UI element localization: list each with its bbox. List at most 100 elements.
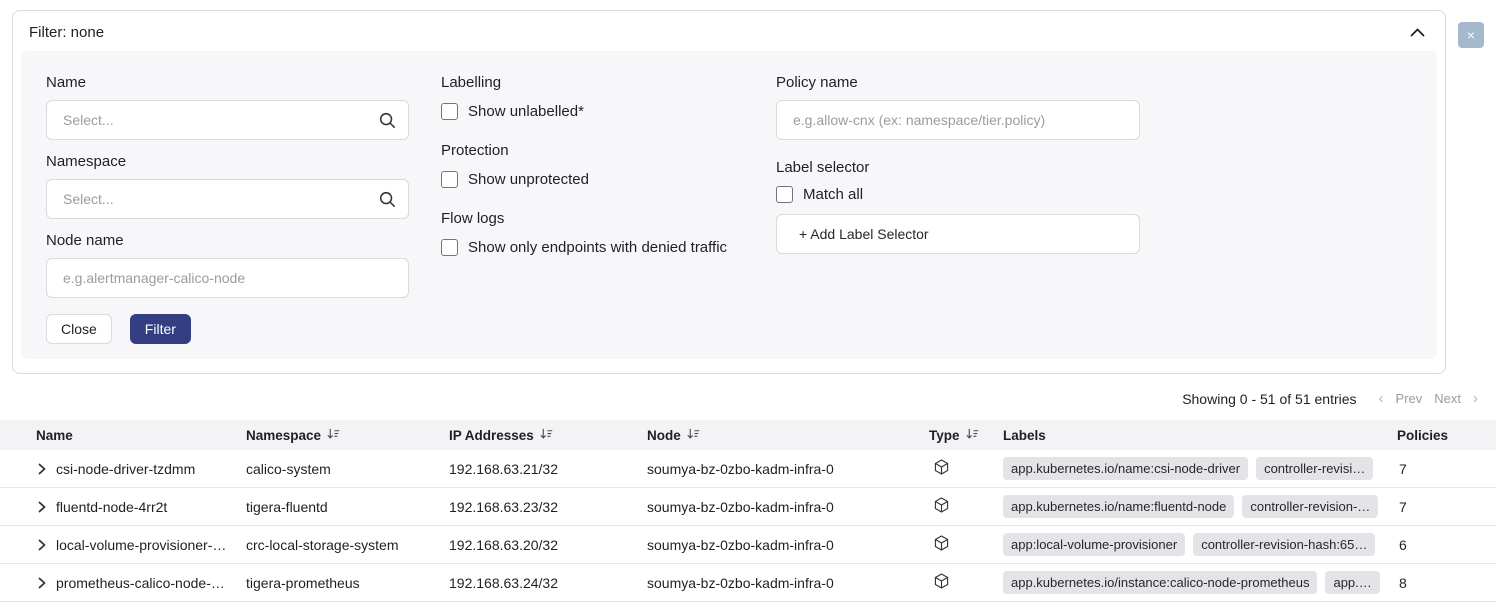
labelling-heading: Labelling: [441, 73, 744, 92]
denied-traffic-label: Show only endpoints with denied traffic: [468, 239, 727, 256]
row-node: soumya-bz-0zbo-kadm-infra-0: [647, 461, 929, 477]
table-header: Name Namespace IP Addresses Node Type La…: [0, 420, 1496, 450]
column-header-type[interactable]: Type: [929, 428, 1003, 443]
sort-icon: [327, 428, 340, 443]
row-namespace: tigera-prometheus: [246, 575, 449, 591]
row-ip: 192.168.63.21/32: [449, 461, 647, 477]
show-unprotected-label: Show unprotected: [468, 171, 589, 188]
policy-name-field-label: Policy name: [776, 73, 1140, 92]
row-labels: app.kubernetes.io/name:csi-node-driver co…: [1003, 457, 1397, 480]
table-row[interactable]: fluentd-node-4rr2t tigera-fluentd 192.16…: [0, 488, 1496, 526]
column-header-ip-addresses[interactable]: IP Addresses: [449, 428, 647, 443]
flow-logs-heading: Flow logs: [441, 209, 744, 228]
row-name-text: prometheus-calico-node-…: [56, 575, 225, 591]
label-selector-heading: Label selector: [776, 158, 1140, 177]
add-label-selector-button[interactable]: + Add Label Selector: [776, 214, 1140, 254]
label-badge: app.kubernetes.io/instance:calico-node-p…: [1003, 571, 1317, 594]
row-node: soumya-bz-0zbo-kadm-infra-0: [647, 499, 929, 515]
close-button[interactable]: Close: [46, 314, 112, 344]
row-ip: 192.168.63.23/32: [449, 499, 647, 515]
prev-chevron-icon[interactable]: ‹: [1379, 390, 1384, 407]
table-body: csi-node-driver-tzdmm calico-system 192.…: [0, 450, 1496, 602]
row-ip: 192.168.63.24/32: [449, 575, 647, 591]
filter-panel-header: Filter: none: [13, 11, 1445, 51]
expand-chevron-icon[interactable]: [38, 501, 46, 513]
filter-col-2: Labelling Show unlabelled* Protection Sh…: [441, 73, 744, 277]
workload-type-icon: [934, 459, 949, 478]
search-icon: [378, 190, 396, 213]
label-badge: controller-revision-…: [1242, 495, 1378, 518]
label-badge: app.…: [1325, 571, 1379, 594]
label-badge: app:local-volume-provisioner: [1003, 533, 1185, 556]
label-badge: controller-revisi…: [1256, 457, 1373, 480]
next-chevron-icon[interactable]: ›: [1473, 390, 1478, 407]
table-row[interactable]: prometheus-calico-node-… tigera-promethe…: [0, 564, 1496, 602]
name-field-label: Name: [46, 73, 409, 92]
endpoints-page: Filter: none Name: [0, 0, 1496, 602]
node-name-input[interactable]: [46, 258, 409, 298]
row-labels: app.kubernetes.io/instance:calico-node-p…: [1003, 571, 1397, 594]
row-node: soumya-bz-0zbo-kadm-infra-0: [647, 537, 929, 553]
table-row[interactable]: local-volume-provisioner-… crc-local-sto…: [0, 526, 1496, 564]
pagination-bar: Showing 0 - 51 of 51 entries ‹ Prev Next…: [0, 374, 1496, 420]
workload-type-icon: [934, 535, 949, 554]
expand-chevron-icon[interactable]: [38, 577, 46, 589]
row-labels: app.kubernetes.io/name:fluentd-node contr…: [1003, 495, 1397, 518]
label-badge: app.kubernetes.io/name:fluentd-node: [1003, 495, 1234, 518]
row-policies: 8: [1397, 575, 1496, 591]
pager: ‹ Prev Next ›: [1379, 390, 1478, 407]
next-button[interactable]: Next: [1434, 391, 1461, 406]
row-ip: 192.168.63.20/32: [449, 537, 647, 553]
sort-icon: [966, 428, 979, 443]
match-all-checkbox[interactable]: [776, 186, 793, 203]
filter-panel-row: Filter: none Name: [0, 0, 1496, 374]
filter-col-3: Policy name Label selector Match all + A…: [776, 73, 1140, 254]
filter-panel: Filter: none Name: [12, 10, 1446, 374]
column-header-namespace[interactable]: Namespace: [246, 428, 449, 443]
row-namespace: tigera-fluentd: [246, 499, 449, 515]
row-policies: 7: [1397, 461, 1496, 477]
expand-chevron-icon[interactable]: [38, 463, 46, 475]
table-row[interactable]: csi-node-driver-tzdmm calico-system 192.…: [0, 450, 1496, 488]
denied-traffic-checkbox[interactable]: [441, 239, 458, 256]
match-all-label: Match all: [803, 186, 863, 203]
protection-heading: Protection: [441, 141, 744, 160]
policy-name-input[interactable]: [776, 100, 1140, 140]
filter-button[interactable]: Filter: [130, 314, 191, 344]
row-name-text: fluentd-node-4rr2t: [56, 499, 167, 515]
row-namespace: calico-system: [246, 461, 449, 477]
search-icon: [378, 111, 396, 134]
namespace-select-input[interactable]: [46, 179, 409, 219]
row-namespace: crc-local-storage-system: [246, 537, 449, 553]
expand-chevron-icon[interactable]: [38, 539, 46, 551]
row-name-text: local-volume-provisioner-…: [56, 537, 226, 553]
filter-panel-body: Name Namespace: [21, 51, 1437, 359]
endpoints-table: Name Namespace IP Addresses Node Type La…: [0, 420, 1496, 602]
column-header-policies: Policies: [1397, 428, 1496, 443]
sort-icon: [687, 428, 700, 443]
close-icon[interactable]: ×: [1458, 22, 1484, 48]
label-badge: app.kubernetes.io/name:csi-node-driver: [1003, 457, 1248, 480]
column-header-labels: Labels: [1003, 428, 1397, 443]
workload-type-icon: [934, 573, 949, 592]
node-name-field-label: Node name: [46, 231, 409, 250]
row-policies: 6: [1397, 537, 1496, 553]
row-node: soumya-bz-0zbo-kadm-infra-0: [647, 575, 929, 591]
row-policies: 7: [1397, 499, 1496, 515]
row-name-text: csi-node-driver-tzdmm: [56, 461, 195, 477]
show-unprotected-checkbox[interactable]: [441, 171, 458, 188]
sort-icon: [540, 428, 553, 443]
filter-title: Filter: none: [29, 24, 104, 41]
column-header-node[interactable]: Node: [647, 428, 929, 443]
label-badge: controller-revision-hash:65…: [1193, 533, 1375, 556]
show-unlabelled-label: Show unlabelled*: [468, 103, 584, 120]
prev-button[interactable]: Prev: [1396, 391, 1423, 406]
namespace-field-label: Namespace: [46, 152, 409, 171]
filter-col-1: Name Namespace: [46, 73, 409, 344]
column-header-name: Name: [0, 428, 246, 443]
name-select-input[interactable]: [46, 100, 409, 140]
workload-type-icon: [934, 497, 949, 516]
collapse-chevron-icon[interactable]: [1410, 28, 1425, 37]
showing-entries-text: Showing 0 - 51 of 51 entries: [1182, 391, 1356, 407]
show-unlabelled-checkbox[interactable]: [441, 103, 458, 120]
